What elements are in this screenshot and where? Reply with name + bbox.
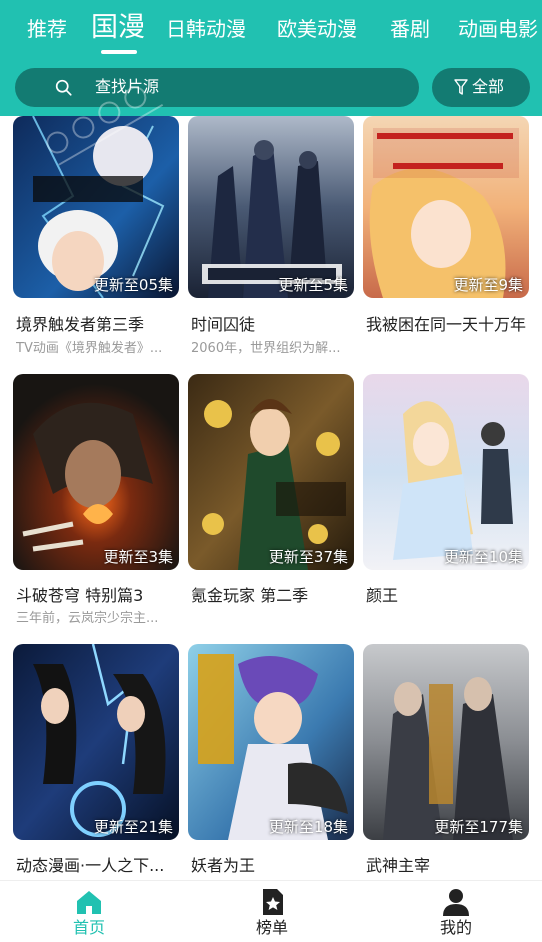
cover-image: 更新至5集 (188, 116, 354, 298)
episode-badge: 更新至21集 (93, 818, 173, 836)
anime-card-under-one-person[interactable]: 更新至21集 动态漫画·一人之下... (13, 644, 179, 880)
nav-profile-label: 我的 (439, 918, 472, 937)
anime-title: 氪金玩家 第二季 (191, 586, 309, 605)
episode-badge: 更新至9集 (453, 276, 523, 294)
search-bar[interactable]: 查找片源 (15, 68, 419, 107)
ranking-icon (263, 889, 283, 915)
episode-badge: 更新至5集 (278, 276, 348, 294)
cover-image: 更新至9集 (363, 116, 529, 298)
episode-badge: 更新至05集 (93, 276, 173, 294)
active-tab-indicator (101, 50, 137, 54)
anime-card-trapped-day[interactable]: 更新至9集 我被困在同一天十万年 (363, 116, 529, 366)
episode-badge: 更新至10集 (443, 548, 523, 566)
nav-profile[interactable]: 我的 (416, 887, 496, 942)
anime-title: 我被困在同一天十万年 (366, 315, 527, 334)
cover-image: 更新至177集 (363, 644, 529, 840)
search-icon (55, 79, 72, 96)
nav-ranking[interactable]: 榜单 (232, 887, 312, 942)
anime-card-world-trigger[interactable]: 更新至05集 境界触发者第三季 TV动画《境界触发者》... (13, 116, 179, 366)
profile-icon (443, 889, 469, 916)
anime-card-krypton-gamer[interactable]: 更新至37集 氪金玩家 第二季 (188, 374, 354, 624)
episode-badge: 更新至37集 (268, 548, 348, 566)
filter-label: 全部 (472, 77, 505, 96)
header: 推荐 国漫 日韩动漫 欧美动漫 番剧 动画电影 查找片源 全部 (0, 0, 542, 116)
app-screen: 推荐 国漫 日韩动漫 欧美动漫 番剧 动画电影 查找片源 全部 更新至05集 境… (0, 0, 542, 942)
anime-card-wu-shen-zhu-zai[interactable]: 更新至177集 武神主宰 (363, 644, 529, 880)
anime-description: TV动画《境界触发者》... (16, 341, 163, 356)
tab-western[interactable]: 欧美动漫 (277, 16, 357, 42)
cover-image: 更新至21集 (13, 644, 179, 840)
episode-badge: 更新至18集 (268, 818, 348, 836)
anime-card-time-prisoner[interactable]: 更新至5集 时间囚徒 2060年，世界组织为解... (188, 116, 354, 366)
anime-description: 2060年，世界组织为解... (191, 341, 341, 356)
anime-title: 境界触发者第三季 (16, 315, 145, 334)
tab-series[interactable]: 番剧 (390, 16, 430, 42)
category-tabs: 推荐 国漫 日韩动漫 欧美动漫 番剧 动画电影 (0, 0, 542, 60)
anime-card-yan-wang[interactable]: 更新至10集 颜王 (363, 374, 529, 624)
bottom-navigation: 首页 榜单 我的 (0, 880, 542, 942)
episode-badge: 更新至177集 (434, 818, 523, 836)
anime-card-battle-through-heavens[interactable]: 更新至3集 斗破苍穹 特别篇3 三年前，云岚宗少宗主... (13, 374, 179, 626)
cover-image: 更新至05集 (13, 116, 179, 298)
anime-title: 武神主宰 (366, 856, 431, 875)
nav-home[interactable]: 首页 (49, 887, 129, 942)
tab-japan-korea[interactable]: 日韩动漫 (166, 16, 246, 42)
content-grid: 更新至05集 境界触发者第三季 TV动画《境界触发者》... 更新至5集 时间囚… (0, 116, 542, 880)
cover-image: 更新至10集 (363, 374, 529, 570)
filter-icon (454, 79, 468, 95)
anime-description: 三年前，云岚宗少宗主... (16, 611, 159, 626)
cover-image: 更新至3集 (13, 374, 179, 570)
nav-home-label: 首页 (72, 918, 105, 937)
episode-badge: 更新至3集 (103, 548, 173, 566)
anime-card-yao-zhe-wei-wang[interactable]: 更新至18集 妖者为王 (188, 644, 354, 880)
anime-title: 动态漫画·一人之下... (16, 856, 165, 875)
cover-image: 更新至18集 (188, 644, 354, 840)
anime-title: 斗破苍穹 特别篇3 (16, 586, 144, 605)
tab-recommend[interactable]: 推荐 (27, 16, 67, 42)
cover-image: 更新至37集 (188, 374, 354, 570)
home-icon (77, 891, 101, 914)
anime-title: 妖者为王 (191, 856, 256, 875)
search-placeholder: 查找片源 (95, 77, 160, 96)
tab-movies[interactable]: 动画电影 (458, 16, 538, 42)
anime-title: 颜王 (366, 586, 399, 605)
nav-ranking-label: 榜单 (255, 918, 288, 937)
filter-button[interactable]: 全部 (432, 68, 530, 107)
tab-guoman[interactable]: 国漫 (91, 11, 145, 45)
anime-title: 时间囚徒 (191, 315, 256, 334)
